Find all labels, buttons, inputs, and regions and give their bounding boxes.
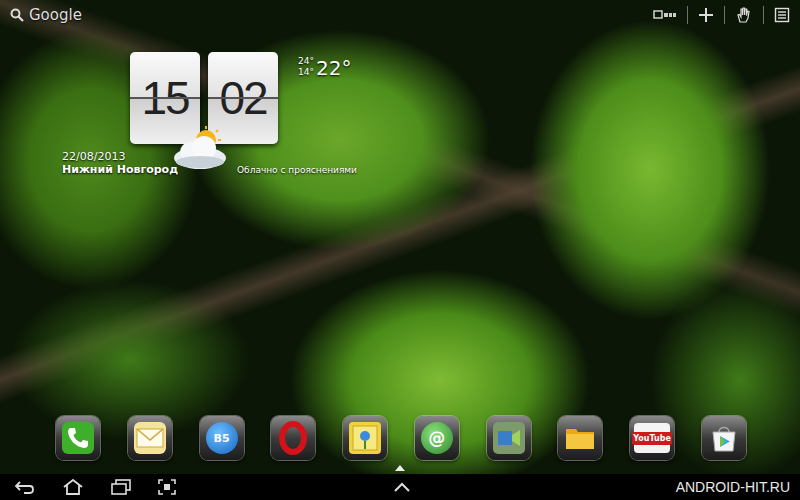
- widgets-icon[interactable]: [653, 8, 677, 22]
- gallery-app[interactable]: [343, 416, 387, 460]
- browser-app[interactable]: B5: [200, 416, 244, 460]
- youtube-icon: YouTube: [634, 423, 670, 453]
- watermark: ANDROID-HIT.RU: [676, 479, 790, 495]
- opera-icon: [276, 421, 310, 455]
- envelope-icon: [133, 421, 167, 455]
- screenshot-icon[interactable]: [158, 479, 176, 495]
- email-app[interactable]: @: [415, 416, 459, 460]
- email-icon: @: [421, 422, 453, 454]
- minutes-card: 02: [208, 52, 278, 144]
- video-icon: [492, 421, 526, 455]
- google-search[interactable]: Google: [10, 6, 82, 24]
- weather-condition: Облачно с прояснениями: [237, 165, 357, 176]
- app-drawer-handle[interactable]: [0, 462, 800, 474]
- top-actions: [653, 6, 790, 24]
- magnifier-icon: [10, 8, 24, 22]
- hand-icon[interactable]: [735, 6, 753, 24]
- current-temp: 22°: [316, 56, 351, 80]
- divider: [763, 6, 764, 24]
- folder-icon: [563, 421, 597, 455]
- youtube-label: YouTube: [632, 432, 672, 445]
- search-label: Google: [29, 6, 82, 24]
- email-label: @: [428, 428, 445, 448]
- browser-icon: B5: [206, 422, 238, 454]
- high-temp: 24°: [298, 56, 314, 67]
- phone-app[interactable]: [56, 416, 100, 460]
- menu-icon[interactable]: [774, 7, 790, 23]
- phone-icon: [61, 421, 95, 455]
- market-app[interactable]: [702, 416, 746, 460]
- home-icon[interactable]: [62, 479, 84, 495]
- market-icon: [707, 421, 741, 455]
- hours-card: 15: [130, 52, 200, 144]
- youtube-app[interactable]: YouTube: [630, 416, 674, 460]
- gallery-icon: [348, 421, 382, 455]
- navigation-bar: ANDROID-HIT.RU: [0, 474, 800, 500]
- workspace: 150224°14°22°22/08/2013Нижний НовгородОб…: [0, 30, 800, 414]
- clock-weather-widget[interactable]: 150224°14°22°22/08/2013Нижний НовгородОб…: [62, 52, 362, 176]
- messages-app[interactable]: [128, 416, 172, 460]
- chevron-up-icon[interactable]: [393, 482, 411, 492]
- files-app[interactable]: [558, 416, 602, 460]
- recent-apps-icon[interactable]: [110, 479, 132, 495]
- back-icon[interactable]: [14, 480, 36, 494]
- cloud-sun-icon: [166, 126, 236, 174]
- home-screen: Google150224°14°22°22/08/2013Нижний Новг…: [0, 0, 800, 500]
- low-temp: 14°: [298, 67, 314, 78]
- dock: B5 @ YouTube: [0, 414, 800, 462]
- top-bar: Google: [0, 0, 800, 30]
- video-app[interactable]: [487, 416, 531, 460]
- browser-label: B5: [214, 432, 230, 445]
- divider: [724, 6, 725, 24]
- temperatures: 24°14°22°: [286, 52, 351, 80]
- add-icon[interactable]: [698, 7, 714, 23]
- divider: [687, 6, 688, 24]
- opera-app[interactable]: [271, 416, 315, 460]
- up-arrow-icon: [395, 465, 405, 471]
